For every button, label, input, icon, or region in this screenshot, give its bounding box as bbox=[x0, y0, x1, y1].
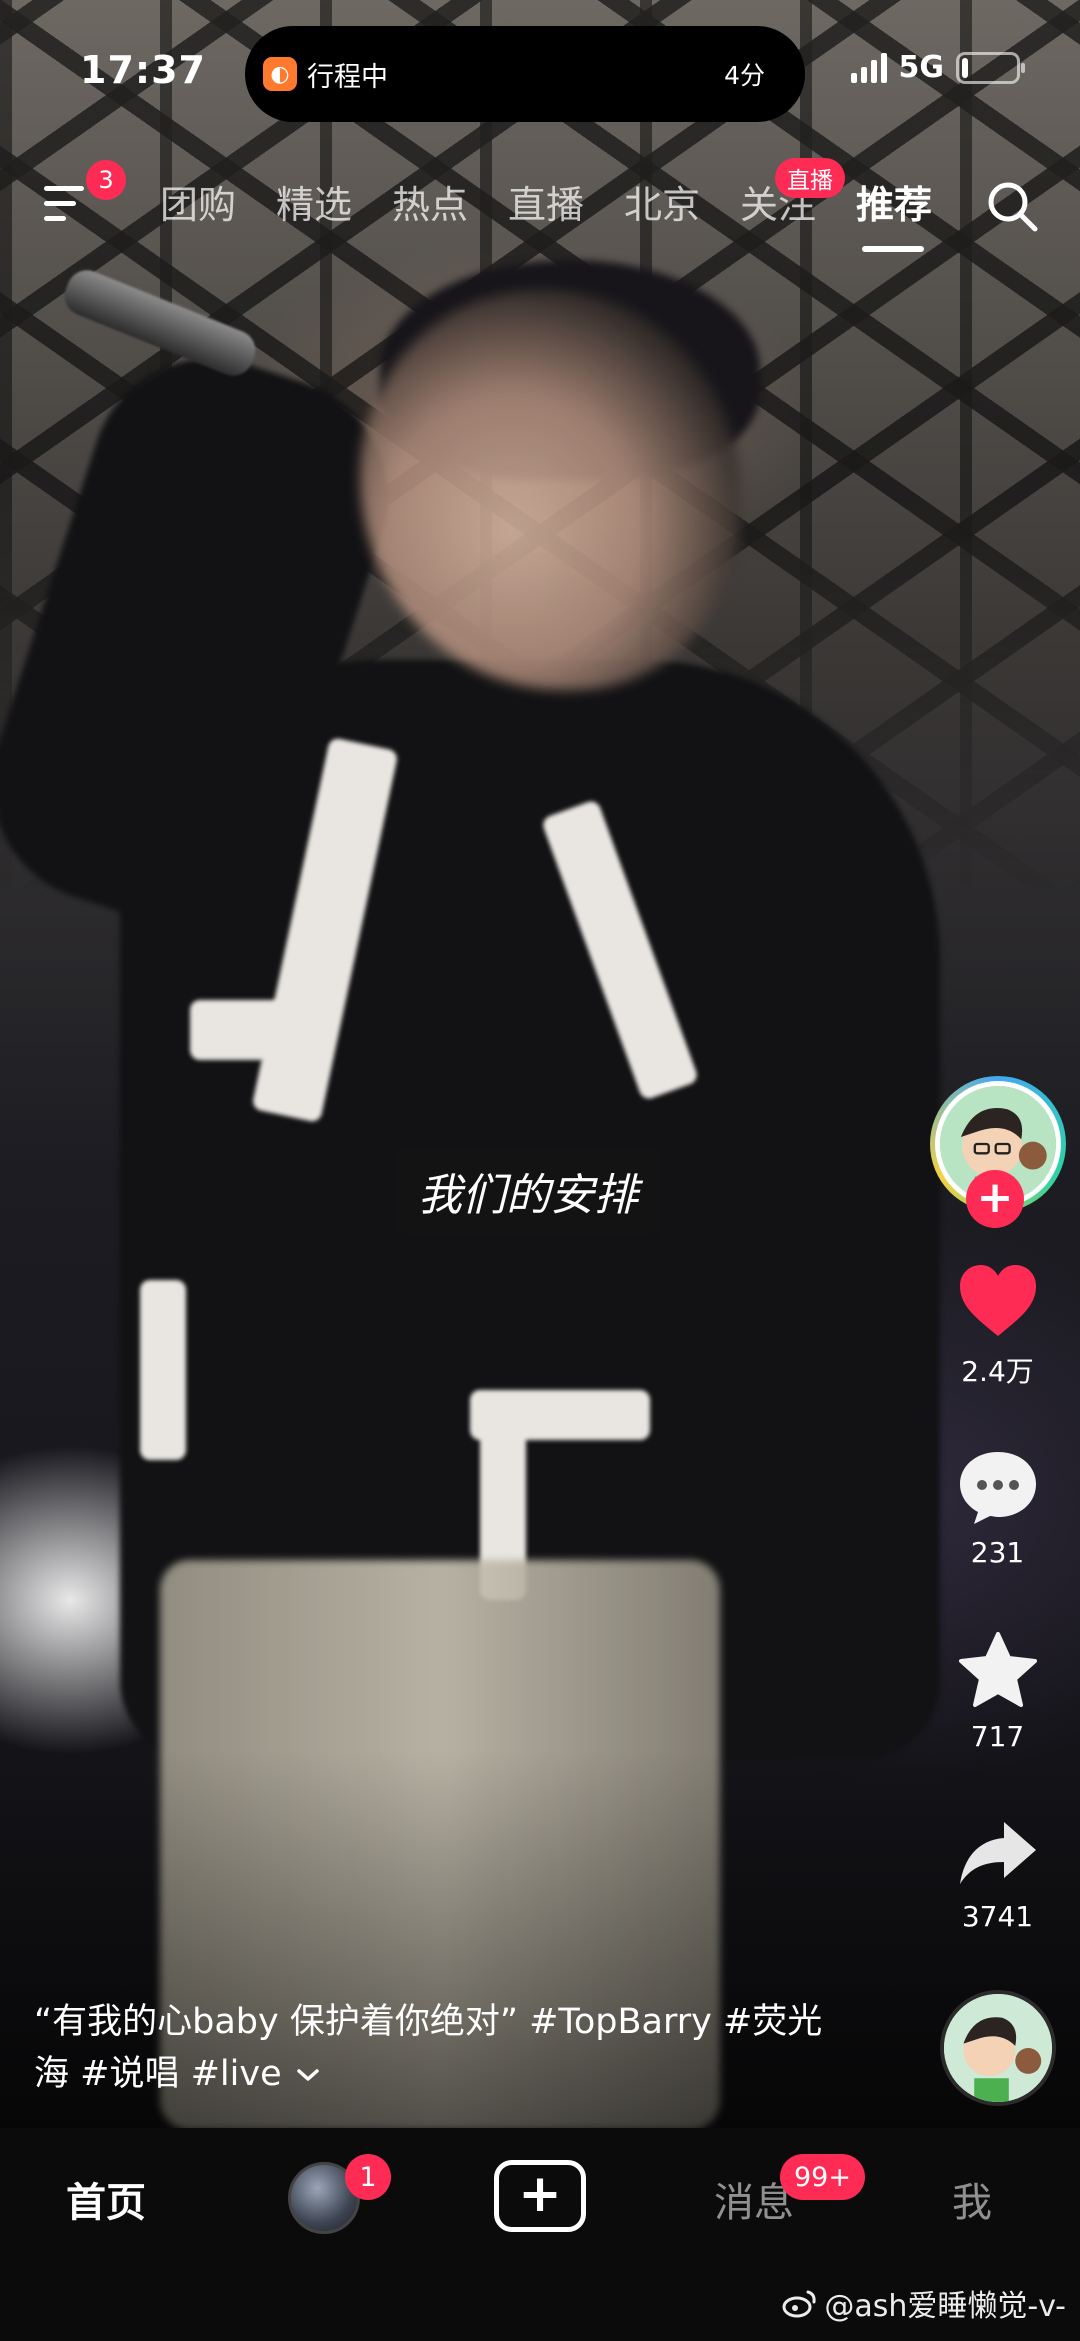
menu-icon[interactable] bbox=[44, 182, 90, 226]
active-tab-indicator bbox=[862, 246, 924, 252]
caption-line: 海 #说唱 #live bbox=[34, 2048, 854, 2100]
nav-messages-badge: 99+ bbox=[780, 2154, 865, 2200]
menu-badge: 3 bbox=[86, 160, 126, 200]
dynamic-island[interactable]: ◐ 行程中 4分 bbox=[245, 26, 805, 122]
nav-home[interactable]: 首页 bbox=[66, 2170, 146, 2228]
video-caption[interactable]: “有我的心baby 保护着你绝对” #TopBarry #荧光 海 #说唱 #l… bbox=[34, 1996, 854, 2100]
favorite-action[interactable]: 717 bbox=[930, 1630, 1065, 1753]
following-live-badge: 直播 bbox=[775, 158, 845, 198]
star-icon bbox=[958, 1632, 1037, 1707]
jacket-pattern bbox=[140, 1280, 186, 1460]
battery-icon bbox=[956, 51, 1025, 84]
tab-group-buy[interactable]: 团购 bbox=[160, 174, 276, 229]
video-subtitle: 我们的安排 bbox=[394, 1148, 662, 1234]
tab-live[interactable]: 直播 bbox=[508, 174, 624, 229]
tab-recommended-label: 推荐 bbox=[856, 183, 933, 227]
tab-featured[interactable]: 精选 bbox=[276, 174, 392, 229]
music-disc-avatar[interactable] bbox=[940, 1990, 1056, 2106]
like-count: 2.4万 bbox=[961, 1355, 1034, 1388]
share-count: 3741 bbox=[961, 1900, 1034, 1933]
tab-trending[interactable]: 热点 bbox=[392, 174, 508, 229]
weibo-logo-icon bbox=[782, 2290, 816, 2318]
comment-icon bbox=[959, 1452, 1036, 1524]
top-tab-bar: 团购 精选 热点 直播 北京 关注 推荐 bbox=[160, 174, 972, 252]
tab-local-city[interactable]: 北京 bbox=[624, 174, 740, 229]
jacket-pattern bbox=[190, 1000, 310, 1060]
video-player[interactable] bbox=[0, 0, 1080, 2128]
network-type: 5G bbox=[898, 50, 945, 85]
search-icon[interactable] bbox=[984, 178, 1040, 234]
bottom-nav-bar: 首页 1 + 消息 99+ 我 @ash爱睡懒觉-v- bbox=[0, 2128, 1080, 2341]
cellular-signal-icon bbox=[850, 52, 887, 83]
create-post-button[interactable]: + bbox=[494, 2160, 586, 2232]
comment-action[interactable]: 231 bbox=[930, 1448, 1065, 1569]
nav-me[interactable]: 我 bbox=[952, 2170, 992, 2228]
island-label: 行程中 bbox=[307, 61, 388, 93]
tab-recommended[interactable]: 推荐 bbox=[856, 174, 972, 252]
ride-app-icon: ◐ bbox=[263, 57, 297, 91]
expand-chevron-icon[interactable] bbox=[295, 2065, 321, 2085]
watermark: @ash爱睡懒觉-v- bbox=[782, 2281, 1066, 2325]
heart-icon bbox=[959, 1265, 1036, 1336]
island-eta: 4分 bbox=[724, 61, 765, 90]
share-action[interactable]: 3741 bbox=[930, 1818, 1065, 1933]
comment-count: 231 bbox=[970, 1536, 1025, 1569]
status-time: 17:37 bbox=[80, 48, 206, 92]
watermark-text: @ash爱睡懒觉-v- bbox=[824, 2289, 1066, 2324]
share-arrow-icon bbox=[959, 1822, 1036, 1884]
follow-plus-button[interactable]: + bbox=[966, 1170, 1024, 1228]
status-indicators: 5G bbox=[850, 50, 1025, 85]
favorite-count: 717 bbox=[970, 1720, 1025, 1753]
like-action[interactable]: 2.4万 bbox=[930, 1262, 1065, 1390]
nav-friend-badge: 1 bbox=[345, 2154, 391, 2200]
caption-line: “有我的心baby 保护着你绝对” #TopBarry #荧光 bbox=[34, 2002, 823, 2042]
